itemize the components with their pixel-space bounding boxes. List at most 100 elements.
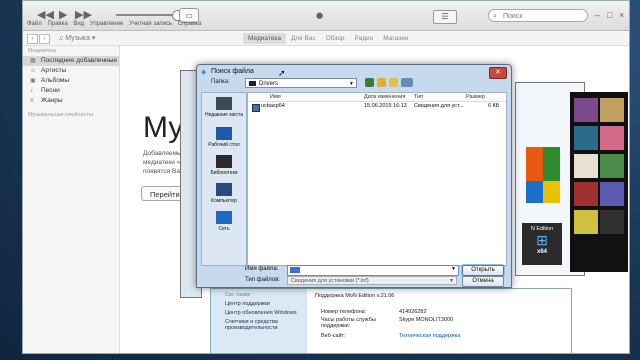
- place-computer[interactable]: Компьютер: [202, 183, 246, 204]
- apple-logo-icon: ●: [315, 7, 325, 24]
- menu-help[interactable]: Справка: [178, 21, 202, 27]
- search-input[interactable]: ⌕ Поиск: [488, 9, 588, 22]
- sidebar-item-genres[interactable]: ≡ Жанры: [23, 96, 119, 106]
- chevron-down-icon: ▼: [449, 278, 454, 284]
- place-libraries[interactable]: Библиотеки: [202, 155, 246, 176]
- forward-button[interactable]: ›: [39, 34, 50, 44]
- sidebar-item-songs[interactable]: ♪ Песни: [23, 86, 119, 96]
- file-type-value: Сведения для установки (*.inf): [291, 278, 369, 284]
- dialog-close-button[interactable]: ✕: [489, 67, 507, 79]
- sidebar-item-label: Последние добавленные: [41, 57, 118, 64]
- website-label: Веб-сайт:: [321, 333, 346, 339]
- list-view-icon[interactable]: ☰: [433, 10, 457, 24]
- file-size: 6 КБ: [488, 103, 500, 109]
- column-name[interactable]: Имя: [270, 94, 281, 100]
- up-folder-icon[interactable]: [377, 78, 386, 87]
- file-row[interactable]: ucbasp64 15.06.2015 16:13 Сведения для у…: [248, 103, 506, 112]
- link-windows-update[interactable]: Центр обновления Windows: [225, 310, 307, 316]
- folder-icon: [249, 81, 256, 86]
- nav-bar: ‹ › ♫ Музыка ▾ Медиатека Для Вас Обзор Р…: [23, 31, 629, 46]
- close-icon[interactable]: ×: [619, 10, 624, 20]
- sidebar-item-label: Альбомы: [41, 77, 69, 84]
- place-network[interactable]: Сеть: [202, 211, 246, 232]
- tab-library[interactable]: Медиатека: [243, 33, 286, 44]
- sidebar: Медиатека ▦ Последние добавленные ☺ Артист…: [23, 46, 120, 353]
- system-info-window: См. также Центр поддержки Центр обновлен…: [210, 288, 572, 354]
- rewind-icon[interactable]: ◀◀: [37, 8, 54, 21]
- hours-value: Skype MONOLIT3000: [399, 317, 454, 323]
- desktop-icon: [216, 127, 232, 140]
- menu-controls[interactable]: Управление: [90, 21, 123, 27]
- place-label: Недавние места: [204, 112, 244, 118]
- column-type[interactable]: Тип: [414, 94, 423, 100]
- sidebar-item-label: Артисты: [41, 67, 67, 74]
- place-recent[interactable]: Недавние места: [202, 97, 246, 118]
- menu-edit[interactable]: Правка: [47, 21, 67, 27]
- column-size[interactable]: Размер: [466, 94, 485, 100]
- volume-slider[interactable]: [116, 10, 183, 21]
- tab-for-you[interactable]: Для Вас: [286, 33, 321, 44]
- album-tile: [574, 154, 598, 178]
- library-select[interactable]: ♫ Музыка ▾: [58, 34, 95, 42]
- album-art-strip: [570, 92, 628, 272]
- back-button[interactable]: ‹: [27, 34, 38, 44]
- windows-flag-icon: ⊞: [536, 232, 548, 248]
- album-tile: [600, 98, 624, 122]
- recent-places-icon: [216, 97, 232, 110]
- album-tile: [600, 154, 624, 178]
- artist-icon: ☺: [30, 68, 37, 74]
- sidebar-item-albums[interactable]: ▣ Альбомы: [23, 76, 119, 86]
- link-performance[interactable]: Счетчики и средства производительности: [225, 319, 307, 331]
- edition-badge-bits: x64: [536, 249, 547, 255]
- maximize-icon[interactable]: □: [607, 10, 612, 20]
- look-in-label: Папка:: [211, 79, 230, 85]
- back-arrow-icon[interactable]: [365, 78, 374, 87]
- play-icon[interactable]: ▶: [59, 8, 67, 21]
- tab-radio[interactable]: Радио: [350, 33, 379, 44]
- file-type-label: Тип файлов:: [245, 277, 281, 283]
- chevron-down-icon: ▼: [349, 81, 354, 87]
- album-tile: [600, 182, 624, 206]
- place-label: Сеть: [218, 226, 230, 232]
- view-menu-icon[interactable]: [401, 78, 413, 87]
- computer-icon: [216, 183, 232, 196]
- cancel-button[interactable]: Отмена: [462, 276, 504, 287]
- text-selection: [290, 267, 300, 273]
- tab-browse[interactable]: Обзор: [321, 33, 350, 44]
- forward-icon[interactable]: ▶▶: [75, 8, 92, 21]
- places-bar: Недавние места Рабочий стол Библиотеки К…: [201, 92, 247, 266]
- album-tile: [574, 98, 598, 122]
- see-also-panel: См. также Центр поддержки Центр обновлен…: [211, 289, 307, 353]
- new-folder-icon[interactable]: [389, 78, 398, 87]
- sidebar-playlists-header: Музыкальные плейлисты: [28, 112, 93, 118]
- mouse-cursor-icon: ➚: [278, 68, 286, 78]
- see-also-heading: См. также: [225, 292, 251, 298]
- menu-file[interactable]: Файл: [27, 21, 42, 27]
- column-date[interactable]: Дата изменения: [364, 94, 405, 100]
- tab-store[interactable]: Магазин: [378, 33, 413, 44]
- grid-icon: ▦: [30, 58, 36, 64]
- open-button[interactable]: Открыть: [462, 265, 504, 276]
- file-type-select[interactable]: Сведения для установки (*.inf) ▼: [287, 276, 457, 285]
- look-in-select[interactable]: Drivers ▼: [245, 78, 357, 88]
- file-type: Сведения для уст...: [414, 103, 464, 109]
- sidebar-item-recent[interactable]: ▦ Последние добавленные: [23, 56, 119, 66]
- menu-view[interactable]: Вид: [73, 21, 84, 27]
- search-placeholder: Поиск: [503, 13, 523, 20]
- place-desktop[interactable]: Рабочий стол: [202, 127, 246, 148]
- look-in-value: Drivers: [259, 81, 278, 87]
- search-icon: ⌕: [493, 13, 497, 20]
- library-select-label: Музыка: [65, 35, 90, 42]
- edition-badge: N Edition ⊞ x64: [522, 223, 562, 265]
- minimize-icon[interactable]: –: [595, 10, 600, 20]
- file-name-input[interactable]: ▼: [287, 265, 459, 276]
- note-icon: ♪: [30, 88, 33, 94]
- menu-account[interactable]: Учетная запись: [129, 21, 172, 27]
- website-link[interactable]: Техническая поддержка: [399, 333, 460, 339]
- phone-label: Номер телефона:: [321, 309, 367, 315]
- sidebar-item-artists[interactable]: ☺ Артисты: [23, 66, 119, 76]
- link-action-center[interactable]: Центр поддержки: [225, 301, 307, 307]
- chevron-down-icon[interactable]: ▼: [451, 266, 456, 272]
- sidebar-item-label: Песни: [41, 87, 60, 94]
- network-icon: [216, 211, 232, 224]
